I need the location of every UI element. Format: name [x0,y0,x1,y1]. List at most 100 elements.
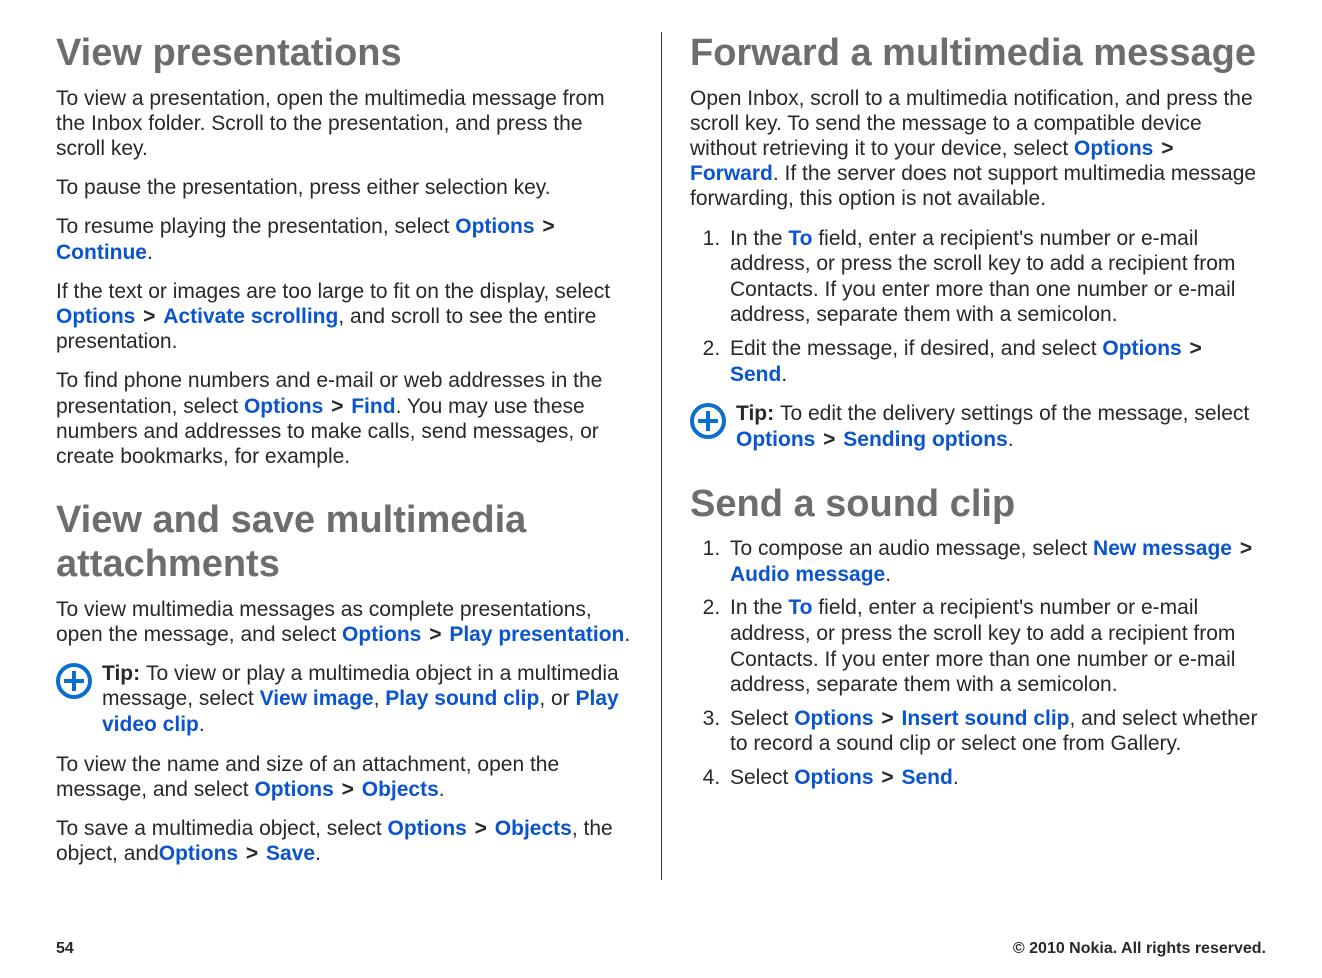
list-item: In the To field, enter a recipient's num… [726,226,1266,328]
menu-separator-icon: > [1159,137,1175,160]
send-sound-steps-list: To compose an audio message, select New … [690,536,1266,790]
tip-text: Tip: To view or play a multimedia object… [102,661,637,738]
paragraph: Open Inbox, scroll to a multimedia notif… [690,86,1266,212]
text: In the [730,596,788,619]
field-to: To [788,227,812,250]
text: To compose an audio message, select [730,537,1093,560]
tip-block: Tip: To view or play a multimedia object… [56,661,637,738]
list-item: Select Options > Send. [726,765,1266,791]
paragraph: If the text or images are too large to f… [56,279,637,355]
list-item: Select Options > Insert sound clip, and … [726,706,1266,757]
menu-path-options: Options [244,395,323,418]
menu-path-activate-scrolling: Activate scrolling [163,305,338,328]
menu-path-forward: Forward [690,162,773,185]
menu-path-audio-message: Audio message [730,563,885,586]
menu-separator-icon: > [540,215,556,238]
text: . If the server does not support multime… [690,162,1256,210]
menu-path-options: Options [159,842,238,865]
menu-path-options: Options [1102,337,1181,360]
page: View presentations To view a presentatio… [0,0,1322,978]
menu-path-options: Options [455,215,534,238]
menu-path-options: Options [736,428,815,451]
heading-send-sound-clip: Send a sound clip [690,483,1266,527]
copyright: © 2010 Nokia. All rights reserved. [1013,940,1266,958]
text: Edit the message, if desired, and select [730,337,1102,360]
menu-path-view-image: View image [260,687,374,710]
paragraph: To view multimedia messages as complete … [56,597,637,647]
text: , [374,687,386,710]
forward-steps-list: In the To field, enter a recipient's num… [690,226,1266,388]
menu-path-find: Find [351,395,395,418]
text: To save a multimedia object, select [56,817,388,840]
list-item: Edit the message, if desired, and select… [726,336,1266,387]
page-number: 54 [56,940,74,958]
text: Select [730,766,794,789]
text: To edit the delivery settings of the mes… [780,402,1249,425]
text: . [953,766,959,789]
text: . [315,842,321,865]
paragraph: To find phone numbers and e-mail or web … [56,368,637,469]
tip-plus-icon [690,403,726,439]
heading-view-save-attachments: View and save multimedia attachments [56,499,637,586]
tip-block: Tip: To edit the delivery settings of th… [690,401,1266,452]
text: . [781,363,787,386]
tip-text: Tip: To edit the delivery settings of th… [736,401,1266,452]
text: . [199,713,205,736]
menu-path-save: Save [266,842,315,865]
menu-separator-icon: > [879,766,895,789]
menu-path-new-message: New message [1093,537,1232,560]
page-footer: 54 © 2010 Nokia. All rights reserved. [56,940,1266,958]
menu-separator-icon: > [340,778,356,801]
menu-separator-icon: > [821,428,837,451]
paragraph: To view the name and size of an attachme… [56,752,637,802]
field-to: To [788,596,812,619]
text: . [624,623,630,646]
menu-path-options: Options [342,623,421,646]
text: , or [539,687,575,710]
paragraph: To save a multimedia object, select Opti… [56,816,637,866]
two-column-layout: View presentations To view a presentatio… [56,32,1266,880]
menu-path-options: Options [1074,137,1153,160]
menu-separator-icon: > [427,623,443,646]
text: . [439,778,445,801]
text: To resume playing the presentation, sele… [56,215,455,238]
menu-path-continue: Continue [56,241,147,264]
menu-path-insert-sound-clip: Insert sound clip [901,707,1069,730]
menu-separator-icon: > [473,817,489,840]
menu-separator-icon: > [1238,537,1254,560]
heading-view-presentations: View presentations [56,32,637,76]
text: . [147,241,153,264]
list-item: In the To field, enter a recipient's num… [726,595,1266,697]
menu-path-send: Send [730,363,781,386]
menu-path-play-sound-clip: Play sound clip [385,687,539,710]
menu-path-options: Options [794,707,873,730]
menu-separator-icon: > [1188,337,1204,360]
text: Select [730,707,794,730]
right-column: Forward a multimedia message Open Inbox,… [661,32,1266,880]
menu-path-options: Options [56,305,135,328]
menu-separator-icon: > [879,707,895,730]
text: If the text or images are too large to f… [56,280,610,303]
heading-forward-multimedia: Forward a multimedia message [690,32,1266,76]
menu-separator-icon: > [329,395,345,418]
left-column: View presentations To view a presentatio… [56,32,661,880]
paragraph: To resume playing the presentation, sele… [56,214,637,264]
menu-path-options: Options [388,817,467,840]
tip-label: Tip: [102,662,146,685]
paragraph: To pause the presentation, press either … [56,175,637,200]
paragraph: To view a presentation, open the multime… [56,86,637,162]
tip-plus-icon [56,663,92,699]
menu-path-play-presentation: Play presentation [449,623,624,646]
list-item: To compose an audio message, select New … [726,536,1266,587]
menu-path-objects: Objects [495,817,572,840]
text: . [885,563,891,586]
menu-path-objects: Objects [362,778,439,801]
menu-path-options: Options [794,766,873,789]
menu-separator-icon: > [141,305,157,328]
text: . [1008,428,1014,451]
menu-separator-icon: > [244,842,260,865]
tip-label: Tip: [736,402,780,425]
menu-path-options: Options [254,778,333,801]
menu-path-send: Send [901,766,952,789]
text: In the [730,227,788,250]
